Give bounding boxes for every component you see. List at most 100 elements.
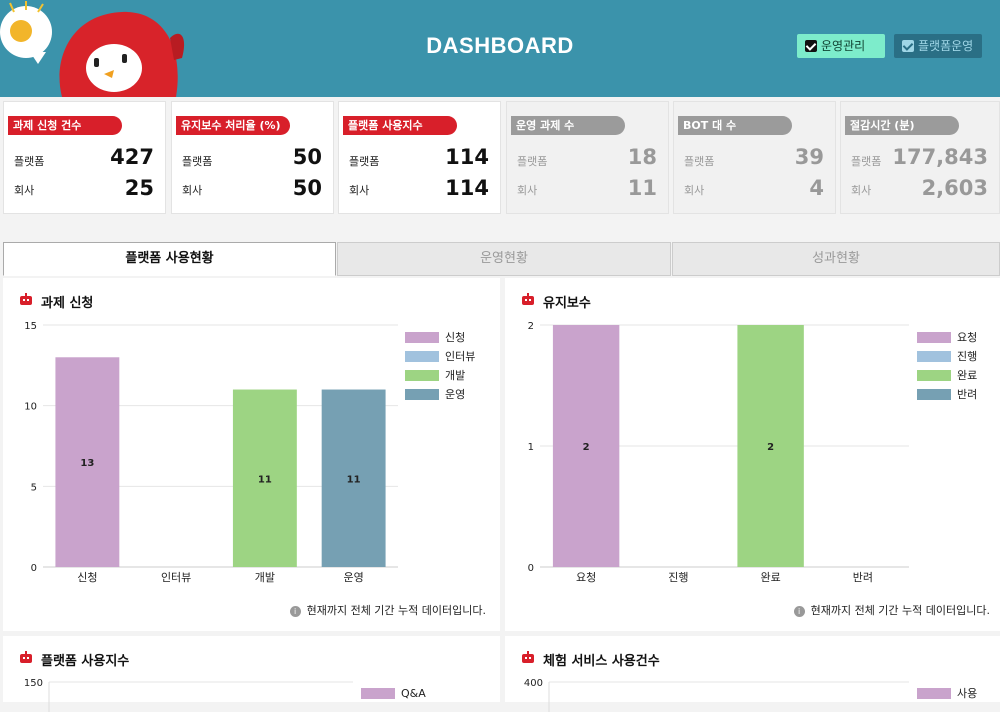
platform-ops-label: 플랫폼운영 <box>918 39 974 53</box>
bulb-rays-icon <box>9 1 44 13</box>
legend-label: 인터뷰 <box>445 350 475 363</box>
bar-value-label: 11 <box>258 474 272 485</box>
stat-row-key: 플랫폼 <box>182 155 213 168</box>
panel-note-text: 현재까지 전체 기간 누적 데이터입니다. <box>810 604 990 617</box>
stat-row-value: 177,843 <box>892 145 988 169</box>
header-bar: DASHBOARD 운영관리 플랫폼운영 <box>0 0 1000 97</box>
legend-label: 사용 <box>957 687 977 700</box>
panel-title-text: 플랫폼 사용지수 <box>41 654 130 669</box>
tab-performance[interactable]: 성과현황 <box>672 242 1000 276</box>
legend-label: Q&A <box>401 687 426 700</box>
stat-row-key: 회사 <box>684 184 705 197</box>
robot-icon <box>20 293 32 305</box>
bar-value-label: 2 <box>583 442 590 453</box>
legend-swatch <box>917 389 951 400</box>
ops-manage-toggle[interactable]: 운영관리 <box>797 34 885 58</box>
ops-manage-label: 운영관리 <box>821 39 866 53</box>
task-requests-chart: 05101513신청 인터뷰11개발11운영신청인터뷰개발운영 <box>24 321 475 584</box>
x-tick-label: 개발 <box>255 571 275 584</box>
legend-label: 개발 <box>445 369 465 382</box>
y-tick-label: 15 <box>24 321 37 332</box>
stat-card-task-requests: 과제 신청 건수 플랫폼 427 회사 25 <box>3 101 166 214</box>
tab-operations[interactable]: 운영현황 <box>337 242 671 276</box>
stat-row-key: 플랫폼 <box>14 155 45 168</box>
stat-card-maintenance-rate: 유지보수 처리율 (%) 플랫폼 50 회사 50 <box>171 101 334 214</box>
legend-label: 반려 <box>957 388 977 401</box>
legend-swatch <box>917 688 951 699</box>
x-tick-label: 진행 <box>668 571 688 584</box>
legend-label: 진행 <box>957 350 977 363</box>
x-tick-label: 신청 <box>77 571 97 584</box>
robot-icon <box>20 651 32 663</box>
legend-label: 운영 <box>445 388 465 401</box>
y-tick-label: 2 <box>528 321 534 332</box>
x-tick-label: 요청 <box>576 571 596 584</box>
info-icon: i <box>793 606 805 617</box>
stat-row-value: 2,603 <box>921 176 988 200</box>
y-tick-label: 0 <box>31 563 37 574</box>
panel-platform-usage-index: 플랫폼 사용지수 150 Q&A <box>3 636 500 712</box>
trial-service-chart: 400 사용 <box>524 678 977 712</box>
stat-row-value: 25 <box>124 176 154 200</box>
legend-swatch <box>917 332 951 343</box>
legend-swatch <box>405 370 439 381</box>
stat-row-key: 회사 <box>517 184 538 197</box>
stat-card-ops-tasks: 운영 과제 수 플랫폼 18 회사 11 <box>506 101 669 214</box>
platform-usage-chart: 150 Q&A <box>24 678 426 712</box>
panel-note: i 현재까지 전체 기간 누적 데이터입니다. <box>289 602 486 618</box>
y-tick-label: 10 <box>24 402 37 413</box>
legend-swatch <box>405 389 439 400</box>
bar-value-label: 2 <box>767 442 774 453</box>
stat-row-value: 50 <box>292 176 322 200</box>
bar-value-label: 11 <box>347 474 361 485</box>
stat-label: 절감시간 (분) <box>845 116 959 135</box>
panel-title: 플랫폼 사용지수 <box>19 650 129 669</box>
stat-card-saved-time: 절감시간 (분) 플랫폼 177,843 회사 2,603 <box>840 101 1000 214</box>
y-tick-label: 400 <box>524 678 543 689</box>
legend-swatch <box>405 332 439 343</box>
panel-title-text: 체험 서비스 사용건수 <box>543 654 660 669</box>
x-tick-label: 운영 <box>344 571 364 584</box>
stat-card-platform-usage: 플랫폼 사용지수 플랫폼 114 회사 114 <box>338 101 501 214</box>
x-tick-label: 완료 <box>761 571 781 584</box>
stat-row-value: 39 <box>794 145 824 169</box>
stat-row-value: 114 <box>445 145 489 169</box>
stat-row-value: 427 <box>110 145 154 169</box>
robot-icon <box>522 293 534 305</box>
stat-row-key: 회사 <box>349 184 370 197</box>
legend-swatch <box>405 351 439 362</box>
stat-row-key: 회사 <box>182 184 203 197</box>
checkbox-checked-icon <box>805 40 817 52</box>
stat-row-value: 114 <box>445 176 489 200</box>
stat-row-value: 18 <box>627 145 657 169</box>
stat-row-key: 플랫폼 <box>851 155 882 168</box>
stat-label: 과제 신청 건수 <box>8 116 122 135</box>
stat-row-value: 11 <box>627 176 657 200</box>
stat-row-key: 회사 <box>14 184 35 197</box>
panel-task-requests: 과제 신청 0 5 10 15 13 신청 인터뷰 11 개발 11 운영 신청 인터뷰 개발 운영 i 현재… <box>3 278 500 631</box>
stat-label: 운영 과제 수 <box>511 116 625 135</box>
panel-trial-service: 체험 서비스 사용건수 400 사용 <box>505 636 1000 712</box>
info-icon: i <box>289 606 301 617</box>
platform-ops-toggle[interactable]: 플랫폼운영 <box>894 34 982 58</box>
legend-label: 신청 <box>445 331 465 344</box>
panel-note-text: 현재까지 전체 기간 누적 데이터입니다. <box>306 604 486 617</box>
stat-row-value: 50 <box>292 145 322 169</box>
tab-platform-usage[interactable]: 플랫폼 사용현황 <box>3 242 336 276</box>
stat-card-bot-count: BOT 대 수 플랫폼 39 회사 4 <box>673 101 836 214</box>
legend-swatch <box>361 688 395 699</box>
y-tick-label: 150 <box>24 678 43 689</box>
stat-row-key: 회사 <box>851 184 872 197</box>
x-tick-label: 반려 <box>853 571 873 584</box>
stat-cards: 과제 신청 건수 플랫폼 427 회사 25 유지보수 처리율 (%) 플랫폼 … <box>3 101 1000 214</box>
bar-value-label: 13 <box>80 458 94 469</box>
y-tick-label: 0 <box>528 563 534 574</box>
stat-label: 플랫폼 사용지수 <box>343 116 457 135</box>
legend-swatch <box>917 351 951 362</box>
x-tick-label: 인터뷰 <box>161 571 191 584</box>
stat-label: BOT 대 수 <box>678 116 792 135</box>
legend-label: 요청 <box>957 331 977 344</box>
stat-label: 유지보수 처리율 (%) <box>176 116 290 135</box>
panel-maintenance: 유지보수 0 1 2 2 요청 진행 2 완료 반려 요청 진행 완료 반려 i 현재까지 전체 기간 누… <box>505 278 1000 631</box>
panel-note: i 현재까지 전체 기간 누적 데이터입니다. <box>793 602 990 618</box>
